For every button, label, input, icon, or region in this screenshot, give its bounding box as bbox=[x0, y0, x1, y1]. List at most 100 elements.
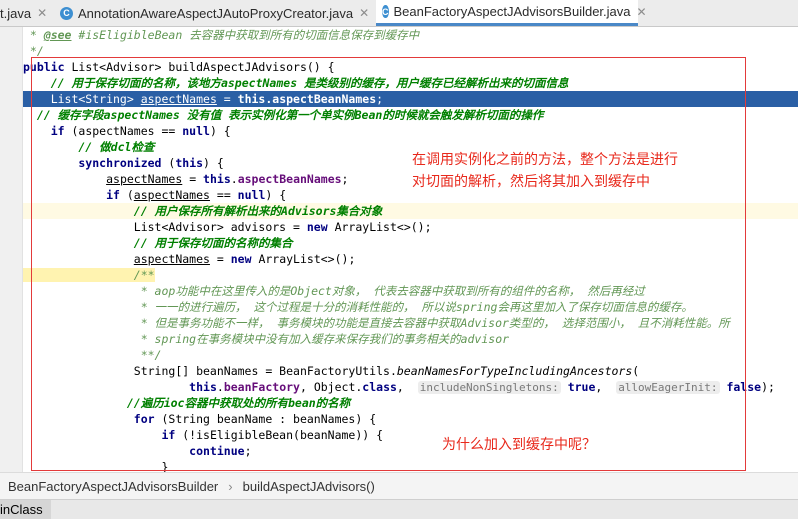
tab-label: BeanFactoryAspectJAdvisorsBuilder.java bbox=[393, 4, 631, 19]
code-text: aspectNames bbox=[140, 92, 217, 106]
code-text: // 缓存字段aspectNames 没有值 表示实例化第一个单实例Bean的时… bbox=[23, 108, 544, 122]
code-text: // 用于保存切面的名称的集合 bbox=[23, 236, 293, 250]
code-text: ) { bbox=[265, 188, 287, 202]
tab-label: t.java bbox=[0, 5, 32, 21]
code-text: null bbox=[237, 188, 266, 202]
code-text: synchronized bbox=[23, 156, 162, 170]
close-icon[interactable]: ✕ bbox=[359, 6, 369, 20]
close-icon[interactable]: ✕ bbox=[637, 5, 647, 19]
code-text: ; bbox=[341, 172, 349, 186]
code-line: // 做dcl检查 bbox=[23, 139, 798, 155]
code-text: null bbox=[182, 124, 210, 138]
breadcrumb-method[interactable]: buildAspectJAdvisors() bbox=[243, 479, 375, 494]
code-text: continue bbox=[23, 444, 245, 458]
code-text: aspectBeanNames bbox=[237, 172, 342, 186]
code-text: beanNamesForTypeIncludingAncestors bbox=[396, 364, 633, 378]
tool-window-tab[interactable]: inClass bbox=[0, 500, 51, 519]
code-line: synchronized (this) { bbox=[23, 155, 798, 171]
java-class-icon: C bbox=[382, 5, 389, 18]
code-text: ) { bbox=[209, 124, 231, 138]
code-line: String[] beanNames = BeanFactoryUtils.be… bbox=[23, 363, 798, 379]
code-text: * bbox=[23, 28, 44, 42]
code-text: */ bbox=[23, 44, 44, 58]
code-line: * 一一的进行遍历， 这个过程是十分的消耗性能的， 所以说spring会再这里加… bbox=[23, 299, 798, 315]
code-text: beanFactory bbox=[223, 380, 300, 394]
code-line: //遍历ioc容器中获取处的所有bean的名称 bbox=[23, 395, 798, 411]
parameter-hint: allowEagerInit: bbox=[616, 381, 720, 394]
annotation-text: 在调用实例化之前的方法，整个方法是进行 bbox=[412, 152, 678, 168]
code-text: } bbox=[23, 460, 169, 472]
code-text: ; bbox=[376, 92, 384, 106]
parameter-hint: includeNonSingletons: bbox=[417, 381, 561, 394]
code-text: true bbox=[560, 380, 596, 394]
code-line: if (!isEligibleBean(beanName)) { bbox=[23, 427, 798, 443]
code-text: // 做dcl检查 bbox=[23, 140, 155, 154]
code-text: ; bbox=[244, 444, 252, 458]
code-text: = bbox=[209, 252, 231, 266]
breadcrumb-separator: › bbox=[228, 478, 233, 494]
code-text: aspectNames bbox=[133, 188, 210, 202]
code-line: **/ bbox=[23, 347, 798, 363]
code-text: * aop功能中在这里传入的是Object对象， 代表去容器中获取到所有的组件的… bbox=[23, 284, 645, 298]
code-text: (aspectNames == bbox=[64, 124, 183, 138]
tab-annotation-aware-aspectj-auto-proxy-creator[interactable]: C AnnotationAwareAspectJAutoProxyCreator… bbox=[60, 0, 370, 26]
code-text: if bbox=[23, 124, 65, 138]
code-text: new bbox=[230, 252, 252, 266]
editor-tab-bar: t.java ✕ C AnnotationAwareAspectJAutoPro… bbox=[0, 0, 798, 27]
code-text: this bbox=[189, 380, 217, 394]
code-text: for bbox=[23, 412, 155, 426]
code-line-caret: // 用户保存所有解析出来的Advisors集合对象 bbox=[23, 203, 798, 219]
tab-bean-factory-aspectj-advisors-builder[interactable]: C BeanFactoryAspectJAdvisorsBuilder.java… bbox=[376, 0, 647, 26]
code-text: **/ bbox=[23, 348, 162, 362]
code-text: List<String> bbox=[23, 92, 141, 106]
code-editor[interactable]: * @see #isEligibleBean 去容器中获取到所有的切面信息保存到… bbox=[23, 27, 798, 472]
annotation-note: 在调用实例化之前的方法，整个方法是进行 对切面的解析，然后将其加入到缓存中 bbox=[412, 149, 678, 193]
code-text: class bbox=[362, 380, 397, 394]
code-text: // 用于保存切面的名称，该地方aspectNames 是类级别的缓存，用户缓存… bbox=[23, 76, 569, 90]
code-text: . bbox=[230, 172, 238, 186]
code-text: (!isEligibleBean(beanName)) { bbox=[175, 428, 384, 442]
close-icon[interactable]: ✕ bbox=[37, 6, 47, 20]
code-line: this.beanFactory, Object.class, includeN… bbox=[23, 379, 798, 395]
code-text: if bbox=[23, 428, 176, 442]
code-text: this.aspectBeanNames bbox=[237, 92, 377, 106]
code-line: * 但是事务功能不一样， 事务模块的功能是直接去容器中获取Advisor类型的，… bbox=[23, 315, 798, 331]
breadcrumb: BeanFactoryAspectJAdvisorsBuilder › buil… bbox=[0, 472, 798, 499]
code-line: * @see #isEligibleBean 去容器中获取到所有的切面信息保存到… bbox=[23, 27, 798, 43]
code-text: new bbox=[306, 220, 328, 234]
code-text: ( bbox=[161, 156, 176, 170]
code-line: // 用于保存切面的名称，该地方aspectNames 是类级别的缓存，用户缓存… bbox=[23, 75, 798, 91]
code-text: ) { bbox=[203, 156, 224, 170]
java-class-icon: C bbox=[60, 6, 73, 20]
breadcrumb-class[interactable]: BeanFactoryAspectJAdvisorsBuilder bbox=[8, 479, 218, 494]
code-text: String[] beanNames = BeanFactoryUtils. bbox=[23, 364, 397, 378]
code-text: , Object. bbox=[299, 380, 363, 394]
code-text: . bbox=[216, 380, 224, 394]
code-line: /** bbox=[23, 267, 798, 283]
tab-t-java[interactable]: t.java ✕ bbox=[0, 0, 52, 26]
code-text: ArrayList<>(); bbox=[327, 220, 432, 234]
code-text: this bbox=[203, 172, 231, 186]
code-text: ArrayList<>(); bbox=[251, 252, 356, 266]
code-text: if bbox=[23, 188, 120, 202]
code-line: if (aspectNames == null) { bbox=[23, 123, 798, 139]
code-line: // 用于保存切面的名称的集合 bbox=[23, 235, 798, 251]
code-text: #isEligibleBean 去容器中获取到所有的切面信息保存到缓存中 bbox=[71, 28, 420, 42]
code-text: ( bbox=[632, 364, 640, 378]
code-text: , bbox=[396, 380, 418, 394]
code-line: aspectNames = new ArrayList<>(); bbox=[23, 251, 798, 267]
code-line: List<Advisor> advisors = new ArrayList<>… bbox=[23, 219, 798, 235]
code-text: this bbox=[175, 156, 204, 170]
code-line: aspectNames = this.aspectBeanNames; bbox=[23, 171, 798, 187]
code-text: false bbox=[719, 380, 762, 394]
tool-window-strip: inClass bbox=[0, 499, 798, 519]
code-text: ); bbox=[761, 380, 775, 394]
line-gutter[interactable] bbox=[0, 27, 23, 472]
code-text: * spring在事务模块中没有加入缓存来保存我们的事务相关的advisor bbox=[23, 332, 510, 346]
code-line: * spring在事务模块中没有加入缓存来保存我们的事务相关的advisor bbox=[23, 331, 798, 347]
code-line: continue; bbox=[23, 443, 798, 459]
code-text: == bbox=[209, 188, 238, 202]
code-line: * aop功能中在这里传入的是Object对象， 代表去容器中获取到所有的组件的… bbox=[23, 283, 798, 299]
code-line-selected: List<String> aspectNames = this.aspectBe… bbox=[23, 91, 798, 107]
